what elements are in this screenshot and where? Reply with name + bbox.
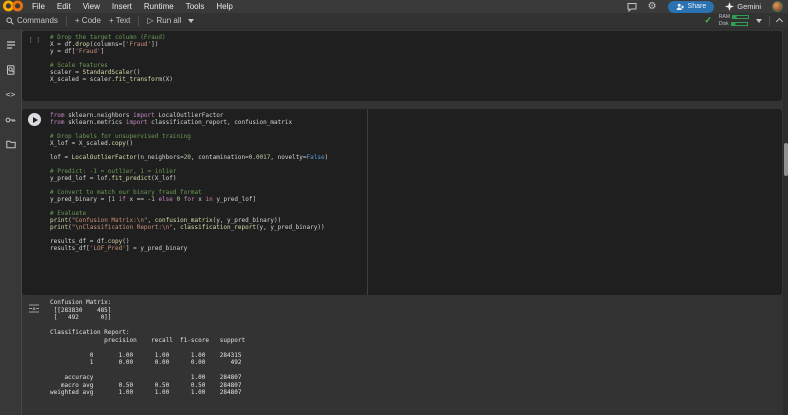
menu-help[interactable]: Help <box>216 2 232 11</box>
code-line: # Drop the target column (Fraud) <box>50 34 166 41</box>
notebook-area: [ ] # Drop the target column (Fraud) X = … <box>22 29 788 415</box>
column-ruler <box>367 109 368 295</box>
code-line: X_scaled = scaler.fit_transform(X) <box>50 76 173 83</box>
cell-gutter: [ ] <box>22 31 50 101</box>
share-button[interactable]: Share <box>667 0 715 13</box>
menu-bar-items: File Edit View Insert Runtime Tools Help <box>32 2 233 11</box>
toolbar: Commands + Code + Text ▷ Run all ✓ RAM D… <box>0 13 788 29</box>
find-replace-icon[interactable] <box>5 64 16 75</box>
ram-label: RAM <box>718 14 730 20</box>
resources-button[interactable]: RAM Disk <box>719 14 749 27</box>
user-avatar[interactable] <box>772 1 783 12</box>
code-line: y_pred_lof = lof.fit_predict(X_lof) <box>50 175 177 182</box>
scrollbar-thumb[interactable] <box>783 143 788 176</box>
files-folder-icon[interactable] <box>5 139 16 150</box>
comment-icon[interactable] <box>627 2 637 12</box>
run-all-label: Run all <box>156 16 182 25</box>
toolbar-divider <box>138 15 140 26</box>
gemini-button[interactable]: Gemini <box>725 2 761 11</box>
code-cell[interactable]: [ ] # Drop the target column (Fraud) X = … <box>22 31 782 101</box>
code-line: # Scale features <box>50 62 108 69</box>
disk-label: Disk <box>718 21 729 27</box>
menu-view[interactable]: View <box>83 2 100 11</box>
code-line: # Convert to match our binary fraud form… <box>50 189 202 196</box>
code-line: results_df = df.copy() <box>50 238 130 245</box>
table-of-contents-icon[interactable] <box>5 39 16 50</box>
cell-output: Confusion Matrix: [[283830 485] [ 492 0]… <box>22 299 782 397</box>
caret-down-icon <box>188 18 195 23</box>
code-line: print("\nClassification Report:\n", clas… <box>50 224 325 231</box>
output-text: Confusion Matrix: [[283830 485] [ 492 0]… <box>50 299 246 396</box>
colab-window: File Edit View Insert Runtime Tools Help ⚙ Sha… <box>0 0 788 415</box>
caret-down-icon[interactable] <box>756 18 762 23</box>
commands-button[interactable]: Commands <box>6 16 58 25</box>
secrets-key-icon[interactable] <box>5 114 16 125</box>
run-cell-indicator[interactable]: [ ] <box>29 37 40 44</box>
menu-tools[interactable]: Tools <box>186 2 205 11</box>
add-text-button[interactable]: + Text <box>109 16 130 25</box>
output-gutter <box>22 299 50 397</box>
play-icon: ▷ <box>147 16 154 25</box>
code-line: y_pred_binary = [1 if x == -1 else 0 for… <box>50 196 257 203</box>
code-line: print("Confusion Matrix:\n", confusion_m… <box>50 217 282 224</box>
menu-insert[interactable]: Insert <box>112 2 132 11</box>
check-icon: ✓ <box>704 15 712 25</box>
gemini-sparkle-icon <box>725 2 735 11</box>
disk-meter <box>730 22 748 26</box>
code-line: results_df['LOF_Pred'] = y_pred_binary <box>50 245 188 252</box>
toolbar-divider <box>65 15 67 26</box>
code-line: # Evaluate <box>50 210 87 217</box>
run-all-button[interactable]: ▷ Run all <box>147 16 195 25</box>
code-line: from sklearn.neighbors import LocalOutli… <box>50 112 224 119</box>
menu-file[interactable]: File <box>32 2 45 11</box>
code-cell[interactable]: from sklearn.neighbors import LocalOutli… <box>22 109 782 295</box>
code-line: scaler = StandardScaler() <box>50 69 141 76</box>
code-editor[interactable]: from sklearn.neighbors import LocalOutli… <box>50 109 782 295</box>
left-sidebar: <> <box>0 29 22 415</box>
code-line: y = df['Fraud'] <box>50 48 105 55</box>
menu-edit[interactable]: Edit <box>57 2 71 11</box>
code-line: from sklearn.metrics import classificati… <box>50 119 293 126</box>
scrollbar-track[interactable] <box>783 29 788 415</box>
code-line: lof = LocalOutlierFactor(n_neighbors=20,… <box>50 154 329 161</box>
menu-runtime[interactable]: Runtime <box>144 2 174 11</box>
share-button-label: Share <box>687 3 707 10</box>
search-icon <box>6 16 14 25</box>
cell-gutter <box>22 109 50 295</box>
toolbar-divider <box>769 15 770 26</box>
colab-logo-icon[interactable] <box>2 0 24 12</box>
gear-icon[interactable]: ⚙ <box>648 1 657 12</box>
ram-meter <box>732 15 749 19</box>
menubar: File Edit View Insert Runtime Tools Help ⚙ Sha… <box>0 0 788 13</box>
play-icon <box>32 116 38 123</box>
code-line: X_lof = X_scaled.copy() <box>50 140 134 147</box>
run-cell-button[interactable] <box>28 113 41 126</box>
add-code-button[interactable]: + Code <box>75 16 101 25</box>
code-line: X = df.drop(columns=['Fraud']) <box>50 41 159 48</box>
code-editor[interactable]: # Drop the target column (Fraud) X = df.d… <box>50 31 782 101</box>
gemini-label: Gemini <box>737 2 761 11</box>
code-line: # Predict: -1 = outlier, 1 = inlier <box>50 168 177 175</box>
output-toggle-icon[interactable] <box>28 301 40 319</box>
code-snippets-icon[interactable]: <> <box>5 89 16 100</box>
code-line: # Drop labels for unsupervised training <box>50 133 191 140</box>
chevron-up-icon[interactable] <box>775 17 784 26</box>
share-person-icon <box>676 3 684 10</box>
commands-label: Commands <box>17 16 58 25</box>
